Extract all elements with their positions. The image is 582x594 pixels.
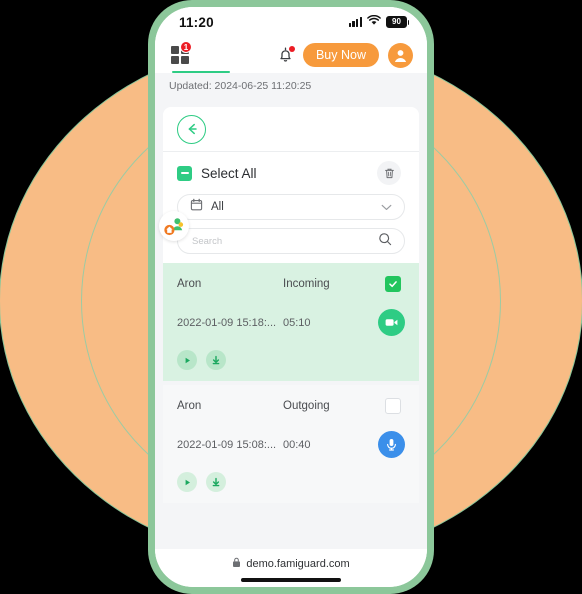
record-top-row: Aron Incoming: [177, 276, 401, 292]
apps-grid-icon[interactable]: 1: [171, 41, 192, 65]
status-bar-icons: 90: [348, 13, 410, 31]
app-header: 1 Buy Now: [155, 37, 427, 73]
battery-level-label: 90: [392, 17, 401, 26]
battery-icon: 90: [386, 16, 410, 28]
lock-icon: [232, 555, 241, 573]
record-duration: 00:40: [283, 438, 311, 451]
status-bar: 11:20 90: [155, 7, 427, 37]
notification-dot: [288, 46, 295, 52]
search-row: [163, 220, 419, 263]
grid-square-bottom-left: [171, 56, 179, 64]
download-icon[interactable]: [206, 350, 226, 370]
record-duration: 05:10: [283, 316, 311, 329]
trash-icon[interactable]: [377, 161, 401, 185]
grid-square-bottom-right: [181, 56, 189, 64]
url-text: demo.famiguard.com: [246, 557, 350, 570]
record-checkbox[interactable]: [385, 276, 401, 292]
date-filter-select[interactable]: All: [177, 194, 405, 220]
record-direction: Outgoing: [283, 400, 330, 412]
status-bar-time: 11:20: [179, 14, 214, 30]
record-top-row: Aron Outgoing: [177, 398, 401, 414]
select-all-label: Select All: [201, 165, 257, 181]
calendar-icon: [190, 198, 203, 216]
play-icon[interactable]: [177, 472, 197, 492]
record-contact-name: Aron: [177, 278, 202, 290]
phone-frame: 11:20 90 1 Buy Now Updated: 2024-06-25 1…: [148, 0, 434, 594]
phone-screen: 11:20 90 1 Buy Now Updated: 2024-06-25 1…: [155, 7, 427, 587]
controls-card: Select All All Search: [163, 107, 419, 263]
record-checkbox[interactable]: [385, 398, 401, 414]
select-all-row: Select All: [163, 152, 419, 194]
browser-bottom-bar: demo.famiguard.com: [155, 549, 427, 587]
select-all-checkbox[interactable]: [177, 165, 192, 181]
download-icon[interactable]: [206, 472, 226, 492]
table-row[interactable]: Aron Incoming 2022-01-09 15:18:... 05:10: [163, 263, 419, 381]
call-records-list: Aron Incoming 2022-01-09 15:18:... 05:10 Aro…: [163, 263, 419, 549]
record-direction: Incoming: [283, 278, 330, 290]
select-all-group: Select All: [177, 165, 257, 181]
table-row[interactable]: Aron Outgoing 2022-01-09 15:08:... 00:40: [163, 385, 419, 503]
chevron-down-icon: [381, 198, 392, 216]
record-datetime: 2022-01-09 15:18:...: [177, 316, 277, 329]
record-actions: [177, 350, 401, 370]
microphone-icon[interactable]: [378, 431, 405, 458]
video-camera-icon[interactable]: [378, 309, 405, 336]
back-row: [163, 107, 419, 152]
back-arrow-icon[interactable]: [177, 114, 206, 144]
home-indicator[interactable]: [241, 577, 341, 582]
filter-row: All: [163, 194, 419, 220]
search-box[interactable]: [177, 228, 405, 254]
page-body: Select All All Search Aron Incoming 2022…: [155, 99, 427, 549]
active-tab-underline: [172, 70, 230, 73]
wifi-icon: [367, 13, 381, 31]
record-bottom-row: 2022-01-09 15:18:... 05:10: [177, 309, 405, 336]
url-row[interactable]: demo.famiguard.com: [232, 555, 350, 573]
signal-bars-icon: [348, 17, 362, 27]
date-filter-value: All: [211, 201, 224, 213]
buy-now-button[interactable]: Buy Now: [302, 43, 379, 67]
filter-left-group: All: [190, 198, 224, 216]
updated-timestamp: Updated: 2024-06-25 11:20:25: [155, 73, 427, 99]
user-avatar-icon[interactable]: [388, 42, 413, 68]
record-datetime: 2022-01-09 15:08:...: [177, 438, 277, 451]
notification-bell-icon[interactable]: [277, 46, 295, 64]
search-icon[interactable]: [378, 232, 392, 251]
search-input[interactable]: [190, 234, 356, 248]
record-bottom-row: 2022-01-09 15:08:... 00:40: [177, 431, 405, 458]
grid-square-top-left: [171, 46, 179, 54]
play-icon[interactable]: [177, 350, 197, 370]
record-actions: [177, 472, 401, 492]
record-contact-name: Aron: [177, 400, 202, 412]
apps-badge-count: 1: [180, 41, 192, 53]
family-guard-widget-icon[interactable]: [159, 211, 189, 241]
header-actions: Buy Now: [277, 42, 413, 68]
